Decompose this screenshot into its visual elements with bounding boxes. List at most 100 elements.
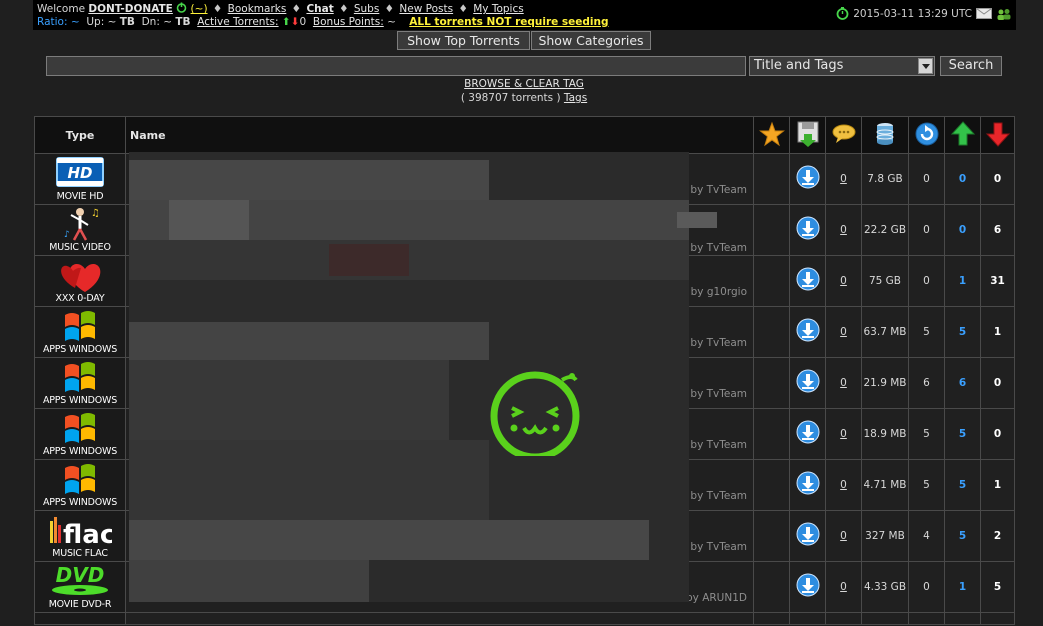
- leechers-count[interactable]: 2: [994, 530, 1001, 542]
- leechers-count[interactable]: 5: [994, 581, 1001, 593]
- category-cell[interactable]: XXX 0-DAY: [34, 255, 126, 307]
- category-cell[interactable]: APPS WINDOWS: [34, 357, 126, 409]
- bookmark-cell[interactable]: [753, 408, 790, 460]
- comments-count[interactable]: 0: [840, 581, 847, 593]
- download-icon[interactable]: [796, 522, 820, 550]
- comments-cell[interactable]: 0: [825, 357, 862, 409]
- seeders-count[interactable]: 1: [959, 275, 966, 287]
- active-torrents-link[interactable]: Active Torrents:: [197, 16, 278, 28]
- tags-link[interactable]: Tags: [564, 92, 587, 104]
- seeders-count[interactable]: 5: [959, 530, 966, 542]
- download-cell[interactable]: [789, 510, 826, 562]
- browse-clear-tag-link[interactable]: BROWSE & CLEAR TAG: [464, 78, 584, 90]
- name-column-header[interactable]: Name: [125, 116, 754, 154]
- bookmark-cell[interactable]: [753, 357, 790, 409]
- bonus-points-link[interactable]: Bonus Points:: [313, 16, 384, 28]
- download-icon[interactable]: [796, 573, 820, 601]
- download-icon[interactable]: [796, 369, 820, 397]
- leechers-cell[interactable]: 31: [980, 255, 1015, 307]
- bookmark-cell[interactable]: [753, 306, 790, 358]
- seeders-count[interactable]: 0: [959, 224, 966, 236]
- search-input[interactable]: [46, 56, 746, 76]
- leechers-cell[interactable]: 0: [980, 357, 1015, 409]
- bookmark-cell[interactable]: [753, 459, 790, 511]
- seeders-column-header[interactable]: [944, 116, 981, 154]
- comments-count[interactable]: 0: [840, 428, 847, 440]
- download-icon[interactable]: [796, 267, 820, 295]
- comments-cell[interactable]: 0: [825, 459, 862, 511]
- comments-cell[interactable]: 0: [825, 255, 862, 307]
- chat-link[interactable]: Chat: [306, 3, 333, 15]
- comments-cell[interactable]: 0: [825, 408, 862, 460]
- leechers-count[interactable]: 0: [994, 173, 1001, 185]
- leechers-cell[interactable]: 0: [980, 153, 1015, 205]
- leechers-cell[interactable]: 6: [980, 204, 1015, 256]
- name-cell[interactable]: [125, 612, 754, 625]
- download-cell[interactable]: [789, 306, 826, 358]
- seeders-cell[interactable]: 0: [944, 204, 981, 256]
- dvd-icon[interactable]: DVD: [36, 563, 125, 600]
- seeders-cell[interactable]: 1: [944, 561, 981, 613]
- status-tilde-link[interactable]: (~): [191, 3, 208, 15]
- download-icon[interactable]: [796, 420, 820, 448]
- windows-icon[interactable]: [36, 462, 125, 498]
- leechers-count[interactable]: 6: [994, 224, 1001, 236]
- category-cell[interactable]: APPS WINDOWS: [34, 408, 126, 460]
- comments-count[interactable]: 0: [840, 224, 847, 236]
- search-scope-select[interactable]: Title and Tags: [749, 56, 935, 76]
- my-topics-link[interactable]: My Topics: [473, 3, 524, 15]
- leechers-count[interactable]: 0: [994, 428, 1001, 440]
- comments-count[interactable]: 0: [840, 377, 847, 389]
- comments-cell[interactable]: 0: [825, 204, 862, 256]
- seeders-cell[interactable]: 5: [944, 459, 981, 511]
- seeders-cell[interactable]: 5: [944, 306, 981, 358]
- seeders-count[interactable]: 0: [959, 173, 966, 185]
- hd-movie-icon[interactable]: HD: [36, 156, 125, 192]
- seeders-count[interactable]: 1: [959, 581, 966, 593]
- subs-link[interactable]: Subs: [354, 3, 379, 15]
- table-row[interactable]: [34, 612, 1015, 625]
- leechers-count[interactable]: 31: [990, 275, 1005, 287]
- seeders-cell[interactable]: 1: [944, 255, 981, 307]
- download-cell[interactable]: [789, 255, 826, 307]
- download-column-header[interactable]: [789, 116, 826, 154]
- category-cell[interactable]: DVD MOVIE DVD-R: [34, 561, 126, 613]
- category-cell[interactable]: APPS WINDOWS: [34, 306, 126, 358]
- comments-cell[interactable]: 0: [825, 153, 862, 205]
- category-cell[interactable]: flac MUSIC FLAC: [34, 510, 126, 562]
- seeders-count[interactable]: 5: [959, 428, 966, 440]
- seeders-cell[interactable]: 5: [944, 408, 981, 460]
- seeders-count[interactable]: 5: [959, 326, 966, 338]
- leechers-cell[interactable]: 1: [980, 306, 1015, 358]
- mail-icon[interactable]: [976, 8, 992, 19]
- download-icon[interactable]: [796, 471, 820, 499]
- category-cell[interactable]: APPS WINDOWS: [34, 459, 126, 511]
- comments-count[interactable]: 0: [840, 275, 847, 287]
- download-cell[interactable]: [789, 153, 826, 205]
- seeders-count[interactable]: 6: [959, 377, 966, 389]
- download-icon[interactable]: [796, 216, 820, 244]
- flac-icon[interactable]: flac: [36, 513, 125, 550]
- leechers-cell[interactable]: 1: [980, 459, 1015, 511]
- seeders-cell[interactable]: 0: [944, 153, 981, 205]
- windows-icon[interactable]: [36, 360, 125, 396]
- seeding-notice-link[interactable]: ALL torrents NOT require seeding: [409, 16, 608, 28]
- bookmark-column-header[interactable]: [753, 116, 790, 154]
- comments-count[interactable]: 0: [840, 326, 847, 338]
- download-cell[interactable]: [789, 561, 826, 613]
- power-icon[interactable]: [176, 2, 187, 13]
- bookmark-cell[interactable]: [753, 561, 790, 613]
- music-video-icon[interactable]: ♫ ♪: [36, 207, 125, 243]
- category-cell[interactable]: [34, 612, 126, 625]
- category-cell[interactable]: HD MOVIE HD: [34, 153, 126, 205]
- download-cell[interactable]: [789, 459, 826, 511]
- bookmark-cell[interactable]: [753, 255, 790, 307]
- download-cell[interactable]: [789, 357, 826, 409]
- show-categories-button[interactable]: Show Categories: [531, 31, 651, 50]
- download-icon[interactable]: [796, 318, 820, 346]
- comments-count[interactable]: 0: [840, 479, 847, 491]
- seeders-count[interactable]: 5: [959, 479, 966, 491]
- leechers-count[interactable]: 0: [994, 377, 1001, 389]
- download-cell[interactable]: [789, 408, 826, 460]
- comments-count[interactable]: 0: [840, 530, 847, 542]
